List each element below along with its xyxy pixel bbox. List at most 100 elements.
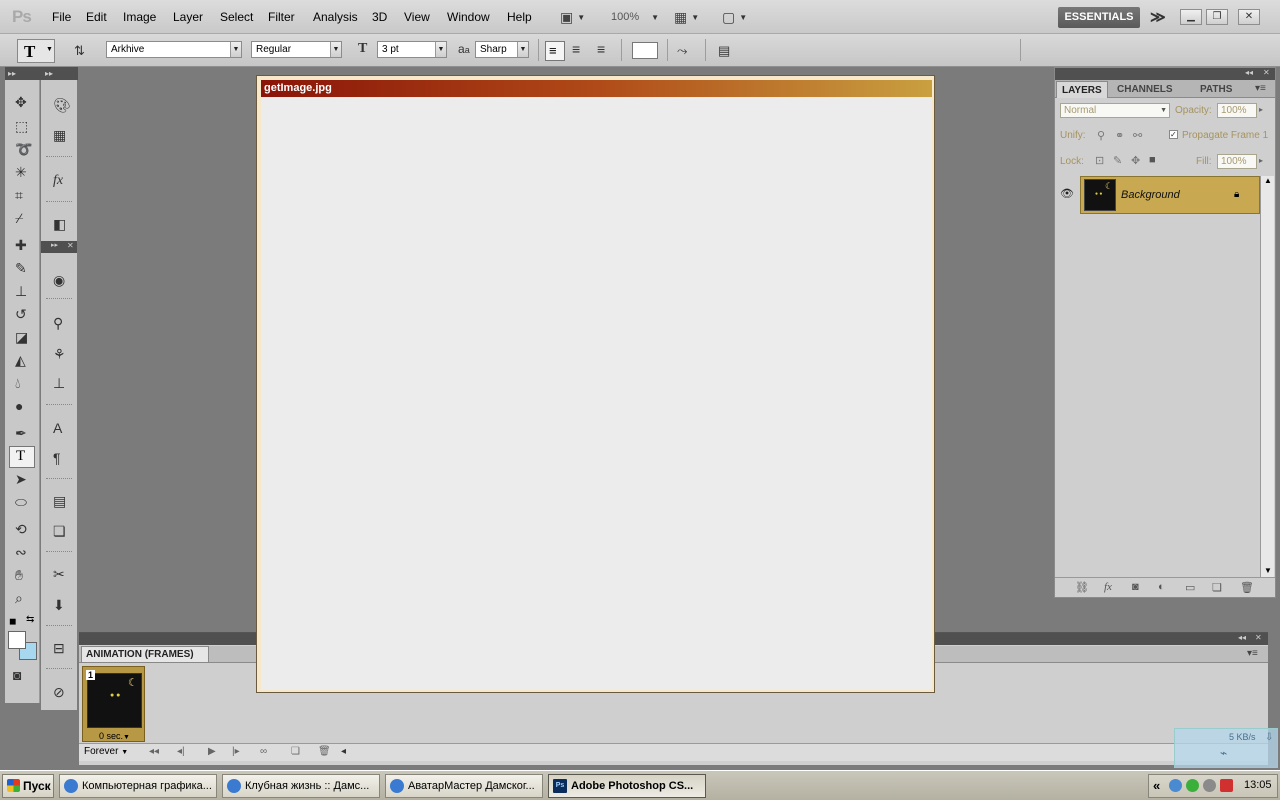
brush-tool-icon[interactable]: ✎ [15,260,27,277]
frame-delay[interactable]: 0 sec.▼ [83,731,146,741]
blur-tool-icon[interactable]: 💧︎ [15,375,21,392]
fill-slider-toggle-icon[interactable]: ▸ [1259,156,1263,165]
align-center-icon[interactable]: ≡ [572,41,580,57]
visibility-eye-icon[interactable]: 👁︎ [1060,187,1074,200]
more-workspaces-icon[interactable]: ≫ [1150,8,1166,26]
minimize-button[interactable]: ▁ [1180,9,1202,25]
3d-rotate-tool-icon[interactable]: ⟲ [15,521,27,538]
new-layer-icon[interactable]: ❏ [1212,581,1222,594]
healing-brush-tool-icon[interactable]: ✚ [15,237,27,254]
clone-stamp-tool-icon[interactable]: ⊥ [15,283,27,300]
info-panel-icon[interactable]: ⊘ [53,684,65,701]
crop-tool-icon[interactable]: ⌗ [15,187,23,204]
propagate-frame-checkbox[interactable]: ✓ [1169,130,1178,139]
tab-paths[interactable]: PATHS [1195,81,1237,98]
eraser-tool-icon[interactable]: ◪ [15,329,28,346]
3d-orbit-tool-icon[interactable]: ∾ [15,544,27,561]
font-style-select[interactable]: Regular ▼ [251,41,342,58]
screen-mode-button[interactable]: ▢ ▼ [722,8,747,26]
font-family-select[interactable]: Arkhive ▼ [106,41,242,58]
color-panel-icon[interactable]: 🎨︎ [53,97,71,114]
hand-tool-icon[interactable]: ✋︎ [15,567,23,584]
taskbar-item[interactable]: Клубная жизнь :: Дамс... [222,774,380,798]
layer-row[interactable]: ☾ ● ● Background 🔒︎ [1080,176,1260,214]
marquee-tool-icon[interactable]: ⬚ [15,118,28,135]
swatches-panel-icon[interactable]: ▦ [53,127,66,144]
previous-frame-icon[interactable]: ◂| [177,746,185,757]
menu-3d[interactable]: 3D [372,10,387,24]
panel-group-header[interactable]: ▸▸ ✕ [41,241,77,253]
menu-window[interactable]: Window [447,10,490,24]
add-mask-icon[interactable]: ◙ [1132,581,1139,593]
document-title[interactable]: getImage.jpg [261,80,932,97]
fill-input[interactable]: 100% [1217,154,1257,169]
swap-colors-icon[interactable]: ⇆ [26,614,34,625]
layers-scrollbar[interactable]: ▲ ▼ [1260,176,1274,579]
start-button[interactable]: Пуск [2,774,54,798]
text-color-swatch[interactable] [632,42,658,59]
menu-help[interactable]: Help [507,10,532,24]
arrange-documents-button[interactable]: ▦ ▼ [674,8,699,26]
taskbar-item[interactable]: Компьютерная графика... [59,774,217,798]
lock-all-icon[interactable]: ■ [1149,154,1156,166]
menu-select[interactable]: Select [220,10,253,24]
document-canvas[interactable] [261,98,932,690]
play-icon[interactable]: ▶ [208,746,216,757]
quick-mask-icon[interactable]: ◙ [13,667,21,683]
foreground-color-swatch[interactable] [8,631,26,649]
next-frame-icon[interactable]: |▸ [232,746,240,757]
workspace-essentials-button[interactable]: ESSENTIALS [1058,7,1140,28]
zoom-tool-icon[interactable]: ⌕ [15,590,23,607]
antialias-select[interactable]: Sharp ▼ [475,41,529,58]
launch-bridge-button[interactable]: ▣ ▼ [560,8,585,26]
menu-filter[interactable]: Filter [268,10,295,24]
antivirus-tray-icon[interactable] [1220,779,1233,792]
font-size-select[interactable]: 3 pt ▼ [377,41,447,58]
brushes-panel-icon[interactable]: ⚘ [53,346,66,363]
chat-tray-icon[interactable] [1186,779,1199,792]
menu-analysis[interactable]: Analysis [313,10,358,24]
network-tray-icon[interactable] [1169,779,1182,792]
text-orientation-icon[interactable]: ⇅ [74,43,85,59]
new-group-icon[interactable]: ▭ [1185,581,1195,594]
tab-animation-frames[interactable]: ANIMATION (FRAMES) [81,646,209,663]
first-frame-icon[interactable]: ◂◂ [149,746,159,757]
character-panel-icon[interactable]: ▤ [718,43,730,59]
brush-presets-icon[interactable]: ⚲ [53,315,63,332]
magic-wand-tool-icon[interactable]: ✳ [15,164,27,181]
layer-style-icon[interactable]: fx [1104,581,1112,593]
panel-menu-icon[interactable]: ▾≡ [1255,83,1266,94]
eyedropper-tool-icon[interactable]: ⌿ [15,210,23,227]
tab-channels[interactable]: CHANNELS [1112,81,1178,98]
default-colors-icon[interactable]: ◼ [9,616,16,627]
menu-image[interactable]: Image [123,10,156,24]
history-panel-icon[interactable]: ⊟ [53,640,65,657]
menu-view[interactable]: View [404,10,430,24]
loop-select[interactable]: Forever ▼ [84,746,128,757]
lasso-tool-icon[interactable]: ➰ [15,141,32,158]
unify-visibility-icon[interactable]: ⚭ [1115,129,1124,142]
collapse-icon[interactable]: ◂◂ [1245,68,1253,77]
scroll-left-icon[interactable]: ◂ [341,746,346,757]
history-brush-tool-icon[interactable]: ↺ [15,306,27,323]
taskbar-item-active[interactable]: Ps Adobe Photoshop CS... [548,774,706,798]
zoom-level-select[interactable]: 100% ▼ [611,8,659,26]
actions-panel-icon[interactable]: ⬇ [53,597,65,614]
opacity-input[interactable]: 100% [1217,103,1257,118]
lock-transparent-icon[interactable]: ⊡ [1095,154,1104,167]
paint-bucket-tool-icon[interactable]: ◭ [15,352,26,369]
animation-frame[interactable]: ☾ ● ● 1 0 sec.▼ [82,666,145,742]
menu-layer[interactable]: Layer [173,10,203,24]
menu-file[interactable]: File [52,10,71,24]
restore-button[interactable]: ❐ [1206,9,1228,25]
taskbar-item[interactable]: АватарМастер Дамског... [385,774,543,798]
new-frame-icon[interactable]: ❏ [291,746,300,757]
delete-frame-icon[interactable]: 🗑︎ [318,746,331,757]
blend-mode-select[interactable]: Normal ▼ [1060,103,1170,118]
pen-tool-icon[interactable]: ✒ [15,425,27,442]
tween-icon[interactable]: ∞ [260,746,267,757]
layer-comps-icon[interactable]: ❏ [53,523,66,540]
tools-panel-header[interactable]: ▸▸ ▸▸ [5,67,78,80]
close-icon[interactable]: ✕ [1255,633,1262,642]
adjustment-layer-icon[interactable]: ◐ [1158,581,1165,593]
